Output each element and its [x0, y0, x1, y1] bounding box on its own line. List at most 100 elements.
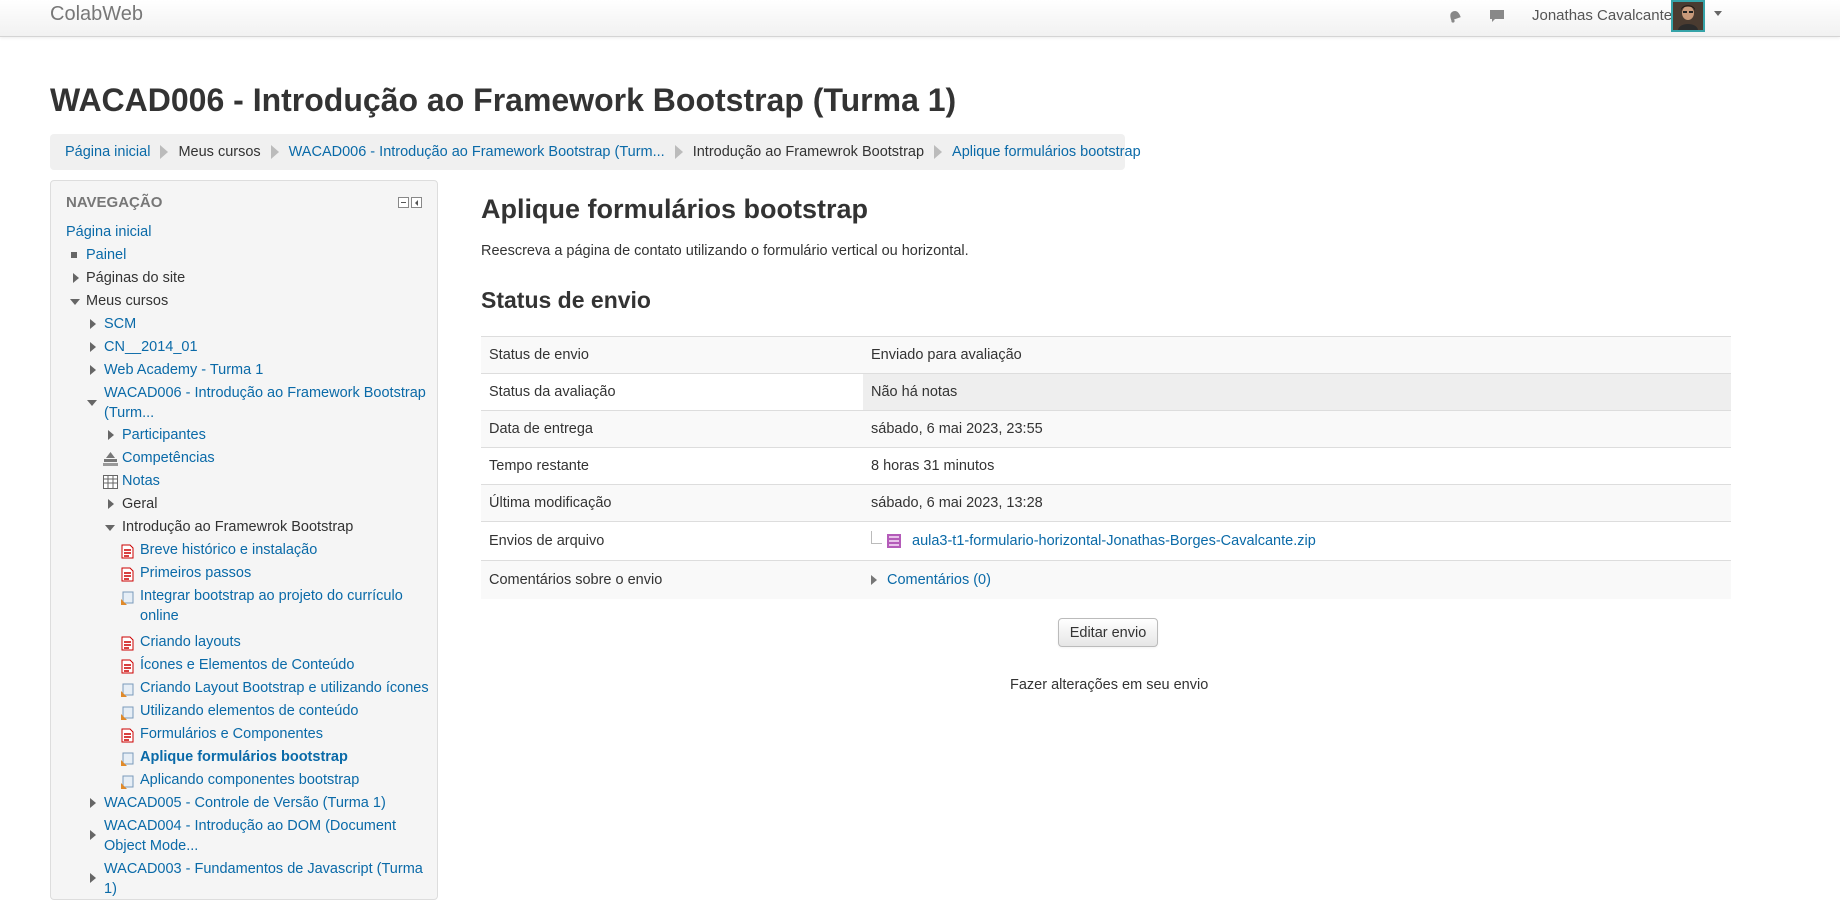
submitted-file-link[interactable]: aula3-t1-formulario-horizontal-Jonathas-… — [912, 533, 1316, 549]
nav-course-wacad004[interactable]: WACAD004 - Introdução ao DOM (Document O… — [104, 816, 429, 856]
nav-activity[interactable]: Primeiros passos — [140, 563, 251, 583]
nav-activity[interactable]: Ícones e Elementos de Conteúdo — [140, 655, 354, 675]
nav-painel[interactable]: Painel — [86, 245, 126, 265]
page-title: WACAD006 - Introdução ao Framework Boots… — [50, 82, 957, 118]
breadcrumb-separator-icon — [934, 145, 943, 159]
grades-table-icon — [103, 475, 118, 489]
row-label: Tempo restante — [481, 447, 863, 485]
tree-connector-icon — [871, 530, 882, 544]
edit-submission-hint: Fazer alterações em seu envio — [1010, 677, 1209, 693]
breadcrumb-separator-icon — [160, 145, 169, 159]
user-avatar[interactable] — [1671, 0, 1705, 32]
table-row: Última modificação sábado, 6 mai 2023, 1… — [481, 484, 1731, 522]
expand-arrow-icon[interactable] — [108, 499, 114, 509]
file-cell: aula3-t1-formulario-horizontal-Jonathas-… — [863, 521, 1731, 561]
collapse-arrow-icon[interactable] — [105, 525, 115, 531]
row-label: Status de envio — [481, 336, 863, 374]
competencies-icon — [103, 452, 118, 466]
nav-course-wacad003[interactable]: WACAD003 - Fundamentos de Javascript (Tu… — [104, 859, 429, 899]
row-value: sábado, 6 mai 2023, 13:28 — [863, 484, 1731, 522]
expand-arrow-icon[interactable] — [73, 273, 79, 283]
expand-arrow-icon[interactable] — [108, 430, 114, 440]
minimize-block-icon[interactable] — [398, 197, 409, 208]
table-row: Status da avaliação Não há notas — [481, 373, 1731, 411]
row-label: Status da avaliação — [481, 373, 863, 411]
user-menu-caret-icon[interactable] — [1714, 11, 1722, 16]
nav-participants[interactable]: Participantes — [122, 425, 206, 445]
nav-activity[interactable]: Formulários e Componentes — [140, 724, 323, 744]
collapse-arrow-icon[interactable] — [70, 299, 80, 305]
nav-activity-active[interactable]: Aplique formulários bootstrap — [140, 747, 348, 767]
row-label: Envios de arquivo — [481, 521, 863, 561]
nav-course-web-academy[interactable]: Web Academy - Turma 1 — [104, 360, 263, 380]
nav-activity[interactable]: Criando Layout Bootstrap e utilizando íc… — [140, 678, 429, 698]
row-value: 8 horas 31 minutos — [863, 447, 1731, 485]
nav-site-pages[interactable]: Páginas do site — [86, 268, 185, 288]
nav-activity[interactable]: Breve histórico e instalação — [140, 540, 317, 560]
submission-status-table: Status de envio Enviado para avaliação S… — [481, 336, 1731, 599]
edit-submission-button[interactable]: Editar envio — [1058, 618, 1158, 647]
nav-course-wacad005[interactable]: WACAD005 - Controle de Versão (Turma 1) — [104, 793, 386, 813]
breadcrumb-course[interactable]: WACAD006 - Introdução ao Framework Boots… — [289, 144, 665, 160]
row-value: Não há notas — [863, 373, 1731, 411]
nav-section[interactable]: Introdução ao Framewrok Bootstrap — [122, 517, 353, 537]
table-row: Tempo restante 8 horas 31 minutos — [481, 447, 1731, 485]
expand-arrow-icon[interactable] — [90, 365, 96, 375]
pdf-icon — [121, 636, 134, 651]
breadcrumb-my-courses: Meus cursos — [178, 144, 261, 160]
collapse-arrow-icon[interactable] — [87, 400, 97, 406]
table-row: Data de entrega sábado, 6 mai 2023, 23:5… — [481, 410, 1731, 448]
block-controls — [398, 197, 422, 208]
nav-activity[interactable]: Utilizando elementos de conteúdo — [140, 701, 358, 721]
pdf-icon — [121, 659, 134, 674]
activity-title: Aplique formulários bootstrap — [481, 194, 869, 224]
notification-bell-icon[interactable] — [1446, 7, 1464, 25]
nav-course-scm[interactable]: SCM — [104, 314, 136, 334]
breadcrumb-activity[interactable]: Aplique formulários bootstrap — [952, 144, 1141, 160]
nav-grades[interactable]: Notas — [122, 471, 160, 491]
nav-competencies[interactable]: Competências — [122, 448, 215, 468]
nav-activity[interactable]: Aplicando componentes bootstrap — [140, 770, 359, 790]
row-label: Última modificação — [481, 484, 863, 522]
expand-comments-icon[interactable] — [871, 575, 877, 586]
table-row: Envios de arquivo aula3-t1-formulario-ho… — [481, 521, 1731, 561]
row-value: Enviado para avaliação — [863, 336, 1731, 374]
zip-file-icon — [887, 534, 901, 548]
dock-block-icon[interactable] — [411, 197, 422, 208]
row-value: sábado, 6 mai 2023, 23:55 — [863, 410, 1731, 448]
expand-arrow-icon[interactable] — [90, 342, 96, 352]
assignment-icon — [121, 706, 134, 720]
nav-my-courses[interactable]: Meus cursos — [86, 291, 168, 311]
table-row: Comentários sobre o envio Comentários (0… — [481, 560, 1731, 599]
navigation-block: NAVEGAÇÃO Página inicial Painel Páginas … — [50, 180, 438, 900]
row-label: Comentários sobre o envio — [481, 560, 863, 599]
assignment-icon — [121, 775, 134, 789]
nav-home[interactable]: Página inicial — [66, 222, 151, 242]
breadcrumb-section: Introdução ao Framewrok Bootstrap — [692, 144, 925, 160]
expand-arrow-icon[interactable] — [90, 830, 96, 840]
assignment-icon — [121, 752, 134, 766]
nav-course-cn[interactable]: CN__2014_01 — [104, 337, 198, 357]
nav-general[interactable]: Geral — [122, 494, 157, 514]
assignment-icon — [121, 683, 134, 697]
expand-arrow-icon[interactable] — [90, 319, 96, 329]
submission-status-heading: Status de envio — [481, 287, 651, 313]
expand-arrow-icon[interactable] — [90, 873, 96, 883]
nav-activity[interactable]: Criando layouts — [140, 632, 241, 652]
expand-arrow-icon[interactable] — [90, 798, 96, 808]
breadcrumb-separator-icon — [270, 145, 279, 159]
pdf-icon — [121, 567, 134, 582]
table-row: Status de envio Enviado para avaliação — [481, 336, 1731, 374]
comments-cell: Comentários (0) — [863, 560, 1731, 599]
messages-icon[interactable] — [1488, 7, 1506, 25]
breadcrumb-home[interactable]: Página inicial — [65, 144, 150, 160]
navigation-block-title: NAVEGAÇÃO — [66, 194, 163, 211]
breadcrumb-separator-icon — [674, 145, 683, 159]
user-name[interactable]: Jonathas Cavalcante — [1532, 7, 1672, 24]
comments-toggle-link[interactable]: Comentários (0) — [887, 572, 991, 588]
nav-course-wacad006[interactable]: WACAD006 - Introdução ao Framework Boots… — [104, 383, 429, 423]
site-brand[interactable]: ColabWeb — [50, 3, 143, 26]
nav-activity[interactable]: Integrar bootstrap ao projeto do currícu… — [140, 586, 410, 626]
pdf-icon — [121, 544, 134, 559]
top-navbar: ColabWeb Jonathas Cavalcante — [0, 0, 1840, 37]
